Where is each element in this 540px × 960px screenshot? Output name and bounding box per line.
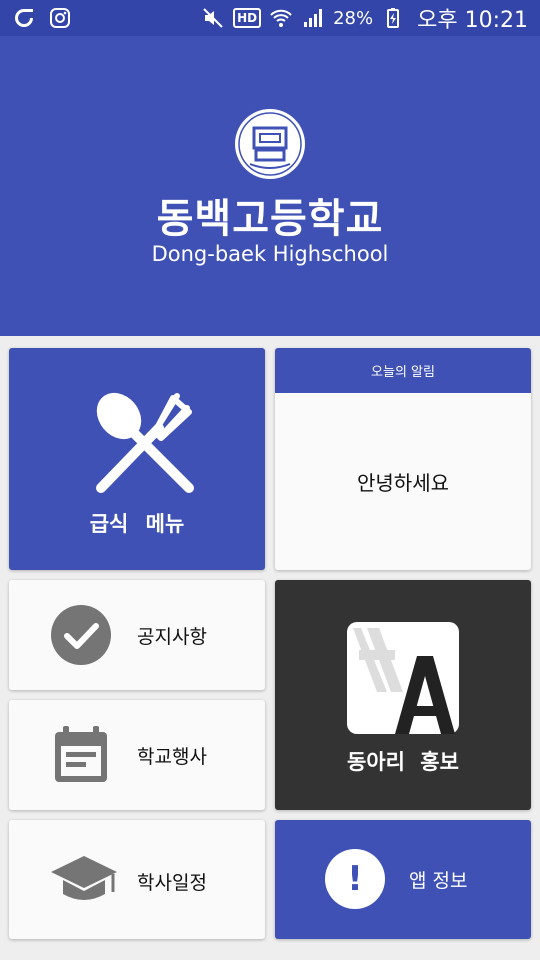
instagram-icon [48,6,72,30]
club-promo-label: 동아리 홍보 [347,750,459,774]
app-info-label: 앱 정보 [409,870,468,892]
check-circle-icon [49,603,113,667]
wifi-icon [269,6,293,30]
school-emblem-icon [232,106,308,182]
g-app-icon [12,6,36,30]
today-notice-tile[interactable]: 오늘의 알림 안녕하세요 [275,348,531,570]
app-header: 동백고등학교 Dong-baek Highschool [0,36,540,336]
battery-percent: 28% [333,7,374,29]
battery-charging-icon [381,6,405,30]
meal-menu-tile[interactable]: 급식 메뉴 [9,348,265,570]
announcements-label: 공지사항 [137,626,207,648]
announcements-tile[interactable]: 공지사항 [9,580,265,690]
hd-voice-icon: HD [233,8,262,28]
club-promo-tile[interactable]: 동아리 홍보 [275,580,531,810]
mute-icon [201,6,225,30]
graduation-cap-icon [49,848,119,912]
app-info-tile[interactable]: ! 앱 정보 [275,820,531,939]
school-events-label: 학교행사 [137,746,207,768]
spoon-fork-icon [89,388,199,498]
school-name: 동백고등학교 [156,196,384,242]
clock: 오후 10:21 [417,8,528,33]
academic-schedule-tile[interactable]: 학사일정 [9,820,265,939]
school-name-english: Dong-baek Highschool [151,242,389,266]
calendar-icon [49,722,113,786]
school-events-tile[interactable]: 학교행사 [9,700,265,810]
info-icon: ! [325,849,385,909]
signal-icon [301,6,325,30]
club-logo-icon [347,622,459,734]
meal-menu-label: 급식 메뉴 [89,512,185,536]
status-bar: HD 28% 오후 10:21 [0,0,540,36]
academic-schedule-label: 학사일정 [137,872,207,894]
today-notice-header: 오늘의 알림 [275,348,531,393]
today-notice-message: 안녕하세요 [357,471,449,495]
